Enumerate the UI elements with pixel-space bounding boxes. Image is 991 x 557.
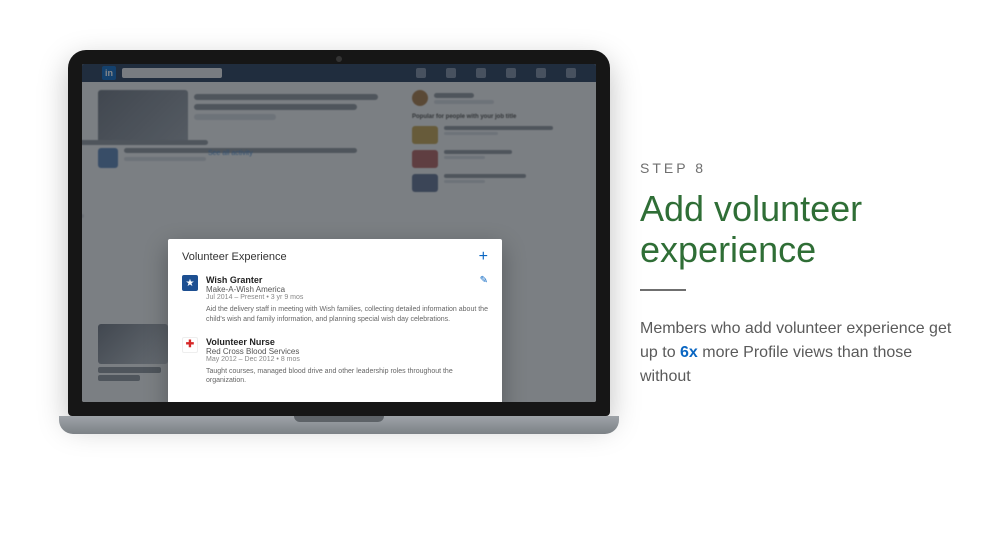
volunteer-dates: Jul 2014 – Present • 3 yr 9 mos: [206, 294, 488, 301]
volunteer-card-title: Volunteer Experience: [182, 251, 287, 263]
edit-pencil-icon[interactable]: ✎: [480, 275, 488, 286]
camera-dot: [336, 56, 342, 62]
add-volunteer-button[interactable]: +: [479, 249, 488, 265]
volunteer-entry: ★ Wish Granter Make-A-Wish America Jul 2…: [182, 275, 488, 325]
volunteer-org: Make-A-Wish America: [206, 285, 488, 294]
volunteer-entry: ✚ Volunteer Nurse Red Cross Blood Servic…: [182, 337, 488, 387]
org-logo-icon: ★: [182, 275, 198, 291]
volunteer-experience-card: Volunteer Experience + ★ Wish Granter Ma…: [168, 239, 502, 402]
body-text: Members who add volunteer experience get…: [640, 317, 960, 389]
volunteer-description: Taught courses, managed blood drive and …: [206, 367, 488, 387]
volunteer-org: Red Cross Blood Services: [206, 347, 488, 356]
screen: in: [82, 64, 596, 402]
volunteer-dates: May 2012 – Dec 2012 • 8 mos: [206, 356, 488, 363]
volunteer-role: Volunteer Nurse: [206, 337, 488, 347]
org-logo-icon: ✚: [182, 337, 198, 353]
volunteer-role: Wish Granter: [206, 275, 488, 285]
emphasis-6x: 6x: [680, 344, 698, 361]
laptop-base: [59, 416, 619, 434]
volunteer-description: Aid the delivery staff in meeting with W…: [206, 305, 488, 325]
step-label: STEP 8: [640, 160, 960, 176]
headline: Add volunteer experience: [640, 188, 960, 271]
divider: [640, 289, 686, 291]
laptop-mockup: in: [68, 50, 610, 434]
